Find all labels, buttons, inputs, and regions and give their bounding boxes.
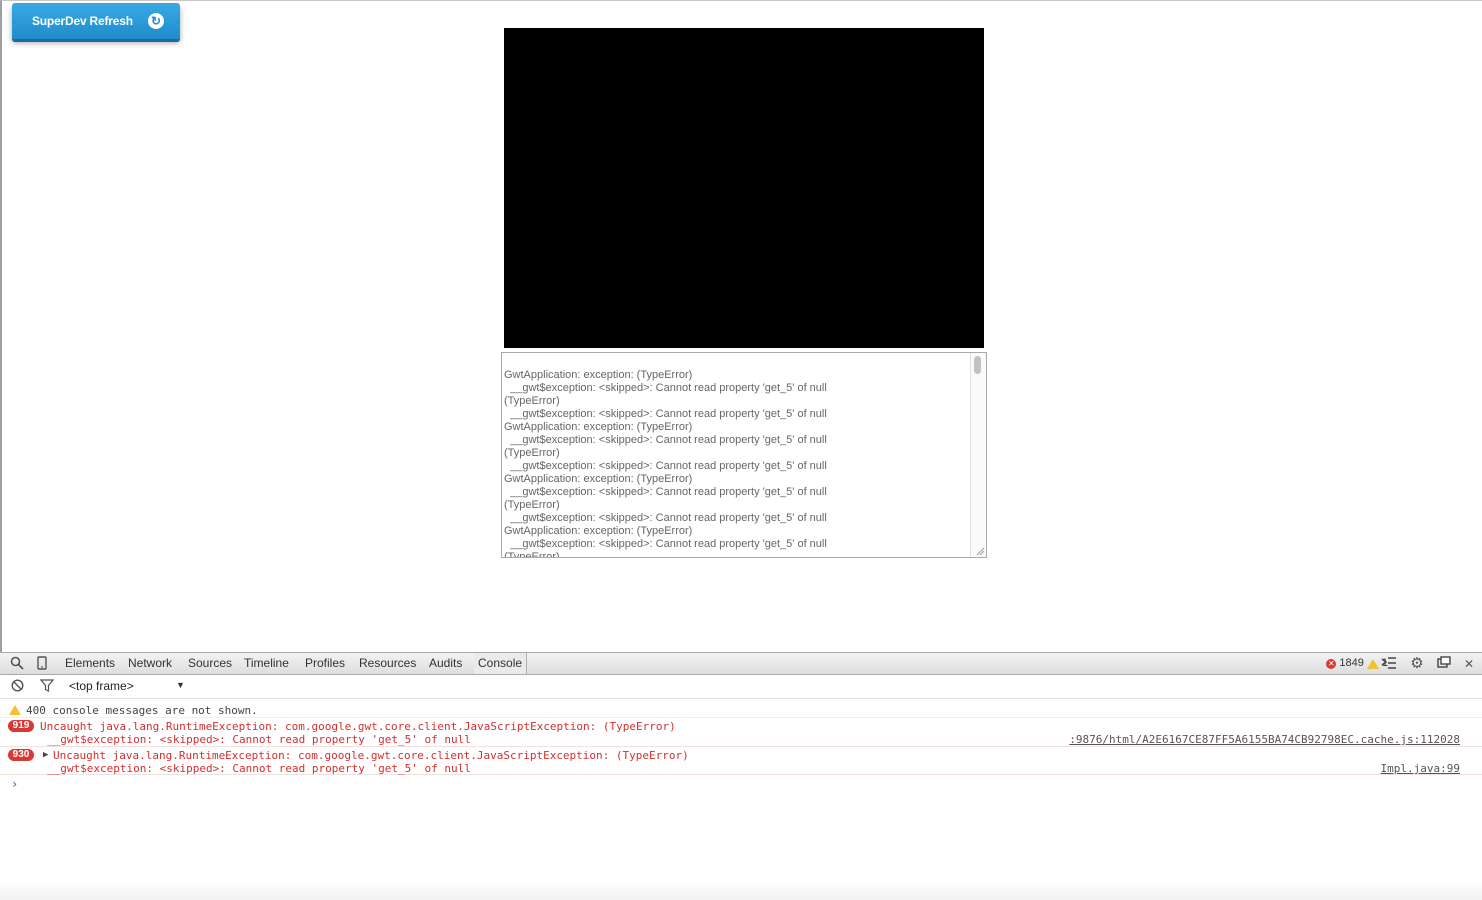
warning-icon bbox=[9, 705, 21, 715]
console-counts[interactable]: ✕ 1849 1 bbox=[1326, 653, 1388, 674]
log-line: GwtApplication: exception: (TypeError) bbox=[504, 525, 693, 537]
log-line: __gwt$exception: <skipped>: Cannot read … bbox=[504, 538, 827, 550]
log-line: __gwt$exception: <skipped>: Cannot read … bbox=[504, 460, 827, 472]
log-line: __gwt$exception: <skipped>: Cannot read … bbox=[504, 486, 827, 498]
tab-network[interactable]: Network bbox=[124, 653, 176, 674]
console-prompt[interactable]: › bbox=[11, 777, 18, 791]
devtools-panel: Elements Network Sources Timeline Profil… bbox=[0, 652, 1482, 900]
error-message-line1: Uncaught java.lang.RuntimeException: com… bbox=[40, 720, 676, 733]
log-textarea[interactable]: GwtApplication: exception: (TypeError) _… bbox=[501, 352, 987, 558]
console-filterbar: <top frame> ▼ bbox=[0, 675, 1482, 699]
tab-timeline[interactable]: Timeline bbox=[240, 653, 293, 674]
page-viewport: SuperDev Refresh ↻ GwtApplication: excep… bbox=[0, 0, 1482, 652]
filter-icon[interactable] bbox=[39, 679, 55, 695]
log-line: GwtApplication: exception: (TypeError) bbox=[504, 473, 693, 485]
error-source-link[interactable]: Impl.java:99 bbox=[1381, 762, 1460, 775]
hidden-messages-notice: 400 console messages are not shown. bbox=[26, 704, 258, 717]
game-canvas[interactable] bbox=[504, 28, 984, 348]
resize-grip-icon[interactable] bbox=[975, 546, 985, 556]
log-line: __gwt$exception: <skipped>: Cannot read … bbox=[504, 408, 827, 420]
tab-audits[interactable]: Audits bbox=[425, 653, 466, 674]
log-line: (TypeError) bbox=[504, 499, 560, 511]
log-line: (TypeError) bbox=[504, 447, 560, 459]
error-message-line2: __gwt$exception: <skipped>: Cannot read … bbox=[47, 762, 471, 775]
console-error-row[interactable]: 930 ▶ Uncaught java.lang.RuntimeExceptio… bbox=[0, 748, 1482, 775]
gear-icon[interactable]: ⚙ bbox=[1409, 656, 1425, 672]
repeat-count-badge: 919 bbox=[8, 720, 34, 732]
log-line: __gwt$exception: <skipped>: Cannot read … bbox=[504, 434, 827, 446]
console-drawer-icon[interactable] bbox=[1381, 656, 1397, 672]
log-scrollbar-thumb[interactable] bbox=[974, 356, 981, 374]
console-warning-row: 400 console messages are not shown. bbox=[0, 703, 1482, 718]
log-lines: GwtApplication: exception: (TypeError) _… bbox=[504, 369, 968, 558]
tab-console[interactable]: Console bbox=[474, 653, 528, 674]
frame-select[interactable]: <top frame> bbox=[69, 679, 134, 693]
device-mode-icon[interactable] bbox=[34, 656, 50, 672]
superdev-refresh-label: SuperDev Refresh bbox=[32, 14, 133, 28]
error-icon: ✕ bbox=[1326, 658, 1337, 669]
repeat-count-badge: 930 bbox=[8, 749, 34, 761]
warning-icon bbox=[1366, 658, 1379, 669]
superdev-refresh-button[interactable]: SuperDev Refresh ↻ bbox=[12, 3, 180, 39]
error-count: 1849 bbox=[1339, 657, 1364, 669]
refresh-icon: ↻ bbox=[148, 13, 164, 29]
chevron-down-icon[interactable]: ▼ bbox=[176, 680, 185, 690]
error-message-line2: __gwt$exception: <skipped>: Cannot read … bbox=[47, 733, 471, 746]
log-scrollbar[interactable] bbox=[970, 353, 986, 557]
undock-icon[interactable] bbox=[1436, 656, 1452, 672]
log-line: (TypeError) bbox=[504, 551, 560, 558]
search-icon[interactable] bbox=[9, 656, 25, 672]
log-line: __gwt$exception: <skipped>: Cannot read … bbox=[504, 382, 827, 394]
tab-sources[interactable]: Sources bbox=[184, 653, 236, 674]
tab-elements[interactable]: Elements bbox=[61, 653, 119, 674]
log-line: GwtApplication: exception: (TypeError) bbox=[504, 421, 693, 433]
error-message-line1: Uncaught java.lang.RuntimeException: com… bbox=[53, 749, 689, 762]
bottom-shade bbox=[0, 882, 1482, 900]
log-line: __gwt$exception: <skipped>: Cannot read … bbox=[504, 512, 827, 524]
error-source-link[interactable]: :9876/html/A2E6167CE87FF5A6155BA74CB9279… bbox=[1069, 733, 1460, 746]
expand-arrow-icon[interactable]: ▶ bbox=[43, 749, 48, 762]
log-line: GwtApplication: exception: (TypeError) bbox=[504, 369, 693, 381]
tab-profiles[interactable]: Profiles bbox=[301, 653, 349, 674]
close-icon[interactable]: ✕ bbox=[1461, 656, 1477, 672]
devtools-tabbar: Elements Network Sources Timeline Profil… bbox=[0, 653, 1482, 675]
console-error-row[interactable]: 919 Uncaught java.lang.RuntimeException:… bbox=[0, 719, 1482, 747]
tab-resources[interactable]: Resources bbox=[355, 653, 420, 674]
clear-console-icon[interactable] bbox=[9, 679, 25, 695]
log-line: (TypeError) bbox=[504, 395, 560, 407]
